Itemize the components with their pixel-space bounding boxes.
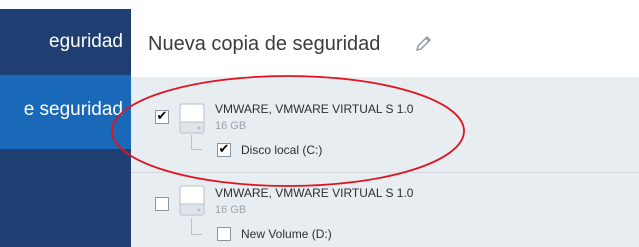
sidebar: eguridad e seguridad — [0, 9, 131, 247]
sidebar-item-new-backup[interactable]: e seguridad — [0, 75, 131, 149]
page-title: Nueva copia de seguridad — [148, 33, 381, 55]
disk-size: 16 GB — [215, 120, 247, 132]
sidebar-item-label: eguridad — [49, 31, 123, 52]
tree-connector — [191, 135, 202, 150]
hard-drive-icon — [179, 185, 205, 216]
volume-name: New Volume (D:) — [241, 227, 332, 241]
row-separator — [131, 172, 639, 173]
pencil-icon[interactable] — [414, 33, 434, 53]
page-header: Nueva copia de seguridad — [131, 9, 639, 77]
disk-list: ✔ VMWARE, VMWARE VIRTUAL S 1.0 16 GB ✔ D… — [131, 77, 639, 247]
disk-name: VMWARE, VMWARE VIRTUAL S 1.0 — [215, 186, 414, 200]
disk-name: VMWARE, VMWARE VIRTUAL S 1.0 — [215, 102, 414, 116]
hard-drive-icon — [179, 103, 205, 134]
volume-checkbox[interactable] — [217, 227, 231, 241]
sidebar-item-label: e seguridad — [23, 99, 123, 120]
disk-size: 16 GB — [215, 204, 247, 216]
volume-checkbox[interactable]: ✔ — [217, 143, 231, 157]
main-content: Nueva copia de seguridad ✔ VMWARE, VMWAR… — [131, 9, 639, 247]
top-strip — [0, 0, 639, 9]
tree-connector — [191, 218, 202, 235]
volume-name: Disco local (C:) — [241, 143, 323, 157]
disk-checkbox[interactable]: ✔ — [155, 110, 169, 124]
disk-checkbox[interactable] — [155, 197, 169, 211]
sidebar-item-backup[interactable]: eguridad — [0, 21, 131, 75]
